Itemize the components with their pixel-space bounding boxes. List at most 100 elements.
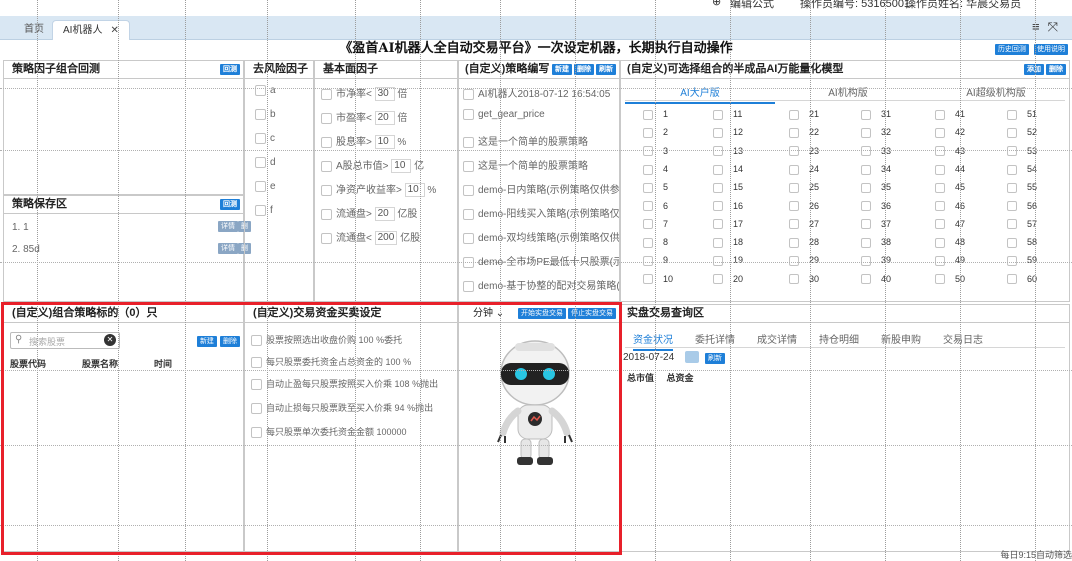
new-stock-button[interactable]: 新建	[196, 335, 217, 347]
checkbox[interactable]	[861, 274, 871, 285]
backtest-button[interactable]: 回测	[220, 63, 240, 75]
checkbox[interactable]	[463, 232, 474, 244]
checkbox[interactable]	[789, 109, 799, 120]
strategy-item[interactable]: demo-阳线买入策略(示例策略仅供	[463, 205, 619, 220]
model-item[interactable]: 23	[789, 146, 819, 157]
setting-value-input[interactable]: 108	[395, 379, 410, 389]
checkbox[interactable]	[463, 160, 474, 172]
start-trading-button[interactable]: 开始实盘交易	[518, 307, 566, 319]
checkbox[interactable]	[789, 182, 799, 193]
checkbox[interactable]	[789, 164, 799, 175]
chevron-down-icon[interactable]: ⌄	[496, 308, 504, 319]
model-item[interactable]: 10	[643, 274, 673, 285]
model-item[interactable]: 34	[861, 164, 891, 175]
risk-factor-item[interactable]: d	[255, 157, 276, 168]
risk-factor-item[interactable]: a	[255, 85, 276, 96]
checkbox[interactable]	[643, 274, 653, 285]
checkbox[interactable]	[935, 219, 945, 230]
model-item[interactable]: 51	[1007, 109, 1037, 120]
model-item[interactable]: 26	[789, 201, 819, 212]
checkbox[interactable]	[251, 427, 262, 439]
checkbox[interactable]	[1007, 164, 1017, 175]
model-item[interactable]: 11	[713, 109, 742, 120]
checkbox[interactable]	[1007, 201, 1017, 212]
checkbox[interactable]	[321, 136, 332, 148]
model-item[interactable]: 9	[643, 255, 668, 267]
checkbox[interactable]	[713, 146, 723, 157]
model-item[interactable]: 53	[1007, 146, 1037, 157]
checkbox[interactable]	[643, 109, 653, 120]
model-item[interactable]: 50	[935, 274, 965, 285]
saved-strategy-item[interactable]: 1. 1	[12, 222, 29, 233]
calendar-icon[interactable]	[685, 351, 699, 363]
model-item[interactable]: 54	[1007, 164, 1037, 175]
model-item[interactable]: 2	[643, 127, 668, 138]
model-item[interactable]: 44	[935, 164, 965, 175]
checkbox[interactable]	[251, 335, 262, 347]
checkbox[interactable]	[255, 85, 266, 96]
model-item[interactable]: 56	[1007, 201, 1037, 212]
checkbox[interactable]	[935, 127, 945, 138]
factor-value-input[interactable]: 10	[391, 159, 412, 174]
model-item[interactable]: 59	[1007, 255, 1037, 267]
checkbox[interactable]	[713, 201, 723, 212]
fundamental-item[interactable]: 市盈率< 20 倍	[321, 109, 407, 126]
model-item[interactable]: 16	[713, 201, 743, 212]
factor-value-input[interactable]: 200	[374, 231, 398, 246]
checkbox[interactable]	[255, 133, 266, 144]
detail-button[interactable]: 详情	[218, 243, 238, 254]
add-model-button[interactable]: 添加	[1024, 63, 1044, 75]
checkbox[interactable]	[251, 357, 262, 369]
model-item[interactable]: 38	[861, 237, 891, 248]
model-item[interactable]: 31	[861, 109, 891, 120]
checkbox[interactable]	[935, 237, 945, 248]
fundamental-item[interactable]: 流通盘< 200 亿股	[321, 229, 420, 246]
checkbox[interactable]	[789, 146, 799, 157]
checkbox[interactable]	[1007, 219, 1017, 230]
checkbox[interactable]	[1007, 256, 1017, 267]
tab-trade-log[interactable]: 交易日志	[943, 331, 983, 351]
model-item[interactable]: 57	[1007, 219, 1037, 230]
model-item[interactable]: 47	[935, 219, 965, 230]
checkbox[interactable]	[463, 136, 474, 148]
checkbox[interactable]	[713, 274, 723, 285]
fundamental-item[interactable]: A股总市值> 10 亿	[321, 157, 424, 174]
checkbox[interactable]	[861, 256, 871, 267]
model-item[interactable]: 14	[713, 164, 743, 175]
model-item[interactable]: 32	[861, 127, 891, 138]
model-item[interactable]: 28	[789, 237, 819, 248]
tab-ai-super-institution[interactable]: AI超级机构版	[921, 84, 1071, 102]
model-item[interactable]: 6	[643, 201, 668, 212]
checkbox[interactable]	[321, 208, 332, 220]
checkbox[interactable]	[713, 256, 723, 267]
tab-ai-institution[interactable]: AI机构版	[773, 84, 923, 102]
checkbox[interactable]	[643, 256, 653, 267]
checkbox[interactable]	[713, 109, 723, 120]
fullscreen-icon[interactable]: ⤧	[1048, 19, 1066, 34]
checkbox[interactable]	[251, 379, 262, 391]
saved-strategy-item[interactable]: 2. 85d	[12, 244, 40, 255]
model-item[interactable]: 12	[713, 127, 743, 138]
setting-value-input[interactable]: 94	[395, 403, 405, 413]
model-item[interactable]: 45	[935, 182, 965, 193]
checkbox[interactable]	[463, 184, 474, 196]
tab-ai-robot[interactable]: AI机器人 ✕	[52, 20, 130, 40]
risk-factor-item[interactable]: c	[255, 133, 275, 144]
strategy-item[interactable]: 这是一个简单的股票策略	[463, 133, 619, 148]
checkbox[interactable]	[643, 201, 653, 212]
tab-fund-status[interactable]: 资金状况	[633, 331, 673, 351]
model-item[interactable]: 19	[713, 255, 743, 267]
edit-formula-link[interactable]: 编辑公式	[730, 0, 774, 10]
detail-button[interactable]: 详情	[218, 221, 238, 232]
checkbox[interactable]	[463, 208, 474, 220]
model-item[interactable]: 21	[789, 109, 819, 120]
checkbox[interactable]	[1007, 109, 1017, 120]
checkbox[interactable]	[713, 182, 723, 193]
checkbox[interactable]	[935, 164, 945, 175]
checkbox[interactable]	[255, 157, 266, 168]
model-item[interactable]: 1	[643, 109, 668, 120]
checkbox[interactable]	[789, 256, 799, 267]
checkbox[interactable]	[861, 146, 871, 157]
menu-icon[interactable]: ≡	[1032, 19, 1048, 34]
stop-trading-button[interactable]: 停止实盘交易	[568, 307, 616, 319]
